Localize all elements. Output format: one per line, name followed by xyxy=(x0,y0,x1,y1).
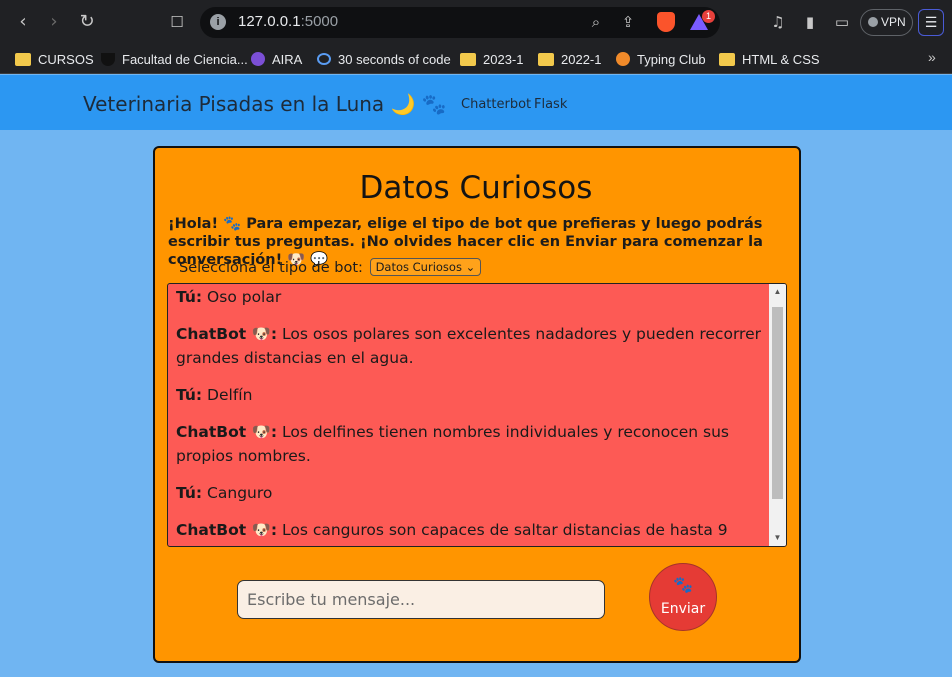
paw-icon: 🐾 xyxy=(673,575,693,594)
message-input[interactable]: Escribe tu mensaje... xyxy=(237,580,605,619)
chat-message-user: Tú: Oso polar xyxy=(176,288,282,306)
chat-message-user: Tú: Canguro xyxy=(176,484,273,502)
brave-shield-icon[interactable] xyxy=(657,12,675,32)
favicon-icon xyxy=(101,52,115,66)
chevron-down-icon: ⌄ xyxy=(465,260,476,274)
bookmark-2022-1[interactable]: 2022-1 xyxy=(538,49,601,69)
bookmark-cursos[interactable]: CURSOS xyxy=(15,49,94,69)
bookmark-30-seconds[interactable]: 30 seconds of code xyxy=(317,49,451,69)
bookmark-2023-1[interactable]: 2023-1 xyxy=(460,49,523,69)
scroll-up-icon[interactable]: ▲ xyxy=(769,284,786,300)
folder-icon xyxy=(719,52,735,66)
bot-type-row: Selecciona el tipo de bot: Datos Curioso… xyxy=(179,258,482,276)
site-brand[interactable]: Veterinaria Pisadas en la Luna 🌙 🐾 xyxy=(83,92,447,116)
menu-icon[interactable]: ☰ xyxy=(918,9,944,36)
zoom-icon[interactable]: ⌕ xyxy=(586,12,606,32)
share-icon[interactable]: ⇪ xyxy=(618,12,638,32)
bot-type-select[interactable]: Datos Curiosos ⌄ xyxy=(369,258,482,276)
bookmark-aira[interactable]: AIRA xyxy=(251,49,302,69)
notification-badge: 1 xyxy=(702,10,715,23)
nav-link-flask[interactable]: Flask xyxy=(534,97,567,112)
scrollbar-thumb[interactable] xyxy=(772,307,783,499)
vpn-status-icon xyxy=(868,17,878,27)
nav-link-chatterbot[interactable]: Chatterbot xyxy=(461,97,531,112)
more-bookmarks-icon[interactable]: » xyxy=(928,49,936,65)
bookmark-icon[interactable]: ☐ xyxy=(165,10,189,34)
site-info-icon[interactable]: i xyxy=(210,14,226,30)
bot-type-label: Selecciona el tipo de bot: xyxy=(179,260,363,276)
bookmark-facultad[interactable]: Facultad de Ciencia... xyxy=(101,49,248,69)
chat-message-bot: ChatBot 🐶: Los osos polares son excelent… xyxy=(176,325,761,367)
bookmark-typing-club[interactable]: Typing Club xyxy=(616,49,706,69)
page-title: Datos Curiosos xyxy=(359,170,593,206)
chat-scrollbar[interactable]: ▲ ▼ xyxy=(769,284,786,546)
bookmarks-bar: CURSOS Facultad de Ciencia... AIRA 30 se… xyxy=(0,44,952,74)
folder-icon xyxy=(538,52,554,66)
chat-message-user: Tú: Delfín xyxy=(176,386,253,404)
sidebar-icon[interactable]: ▮ xyxy=(800,12,820,32)
media-icon[interactable]: ♫ xyxy=(768,12,788,32)
send-button-label: Enviar xyxy=(660,601,706,617)
chat-log[interactable]: Tú: Oso polar ChatBot 🐶: Los osos polare… xyxy=(167,283,787,547)
favicon-icon xyxy=(251,52,265,66)
browser-toolbar: ‹ › ↻ ☐ i 127.0.0.1:5000 ⌕ ⇪ 1 ♫ ▮ ▭ VPN… xyxy=(0,0,952,44)
favicon-icon xyxy=(317,53,331,65)
folder-icon xyxy=(460,52,476,66)
bookmark-html-css[interactable]: HTML & CSS xyxy=(719,49,820,69)
vpn-button[interactable]: VPN xyxy=(860,9,913,36)
scroll-down-icon[interactable]: ▼ xyxy=(769,530,786,546)
chat-message-bot: ChatBot 🐶: Los delfines tienen nombres i… xyxy=(176,423,730,465)
back-icon[interactable]: ‹ xyxy=(11,10,35,34)
chat-message-bot: ChatBot 🐶: Los canguros son capaces de s… xyxy=(176,521,728,546)
wallet-icon[interactable]: ▭ xyxy=(832,12,852,32)
url-text[interactable]: 127.0.0.1:5000 xyxy=(238,13,338,30)
favicon-icon xyxy=(616,52,630,66)
folder-icon xyxy=(15,52,31,66)
reload-icon[interactable]: ↻ xyxy=(75,10,99,34)
forward-icon[interactable]: › xyxy=(42,10,66,34)
send-button[interactable]: 🐾 Enviar xyxy=(649,563,717,631)
